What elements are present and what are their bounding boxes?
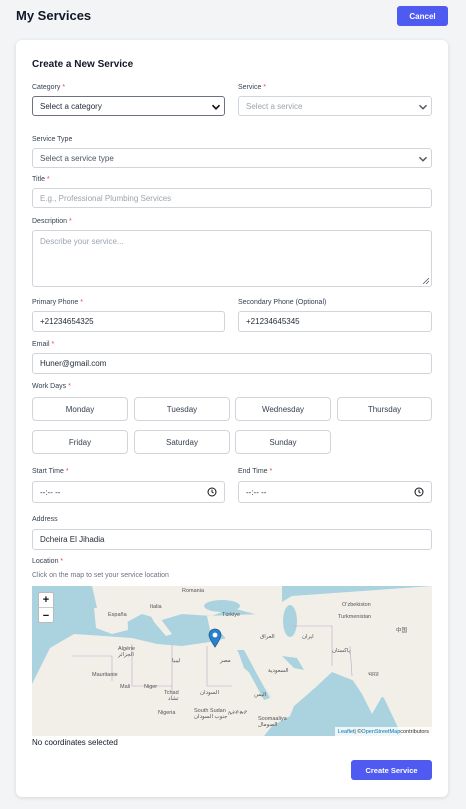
secondary-phone-input[interactable]: +21234645345 <box>238 311 432 332</box>
map-marker-icon[interactable] <box>208 628 222 648</box>
location-label: Location * <box>32 558 64 565</box>
email-label: Email * <box>32 341 55 348</box>
email-input[interactable]: Huner@gmail.com <box>32 353 432 374</box>
zoom-out-button[interactable]: − <box>39 608 53 623</box>
chevron-down-icon <box>418 104 428 110</box>
map-label-1: Türkiye <box>222 612 241 618</box>
chevron-down-icon <box>418 156 428 162</box>
map-label-4: España <box>108 612 127 618</box>
service-label: Service * <box>238 84 267 91</box>
location-map[interactable]: Romania Türkiye Turkmenistan Oʻzbekiston… <box>32 586 432 736</box>
map-label-26: پاکستان <box>332 648 351 654</box>
work-days-label: Work Days * <box>32 383 71 390</box>
secondary-phone-label: Secondary Phone (Optional) <box>238 299 327 306</box>
map-label-0: Romania <box>182 588 205 594</box>
map-label-13: Mali <box>120 684 131 690</box>
end-time-value: --:-- -- <box>246 487 267 497</box>
map-label-5: Italia <box>150 604 162 610</box>
map-label-2: Turkmenistan <box>338 614 372 620</box>
title-input-placeholder: E.g., Professional Plumbing Services <box>40 193 172 203</box>
service-type-select[interactable]: Select a service type <box>32 148 432 168</box>
primary-phone-input[interactable]: +21234654325 <box>32 311 225 332</box>
day-wednesday[interactable]: Wednesday <box>235 397 331 421</box>
service-type-label: Service Type <box>32 136 73 143</box>
chevron-down-icon <box>211 104 221 110</box>
cancel-button[interactable]: Cancel <box>397 6 448 26</box>
map-label-7: ایران <box>302 634 314 640</box>
map-zoom-control: + − <box>38 592 54 623</box>
start-time-input[interactable]: --:-- -- <box>32 481 225 503</box>
map-label-6: العراق <box>260 634 275 640</box>
leaflet-link[interactable]: Leaflet <box>338 729 355 735</box>
map-label-3: Oʻzbekiston <box>342 602 371 608</box>
create-service-button[interactable]: Create Service <box>351 760 432 780</box>
osm-link[interactable]: OpenStreetMap <box>361 729 400 735</box>
day-monday[interactable]: Monday <box>32 397 128 421</box>
map-label-14: Niger <box>144 684 158 690</box>
title-input[interactable]: E.g., Professional Plumbing Services <box>32 188 432 208</box>
address-value: Dcheira El Jihadia <box>40 535 105 544</box>
map-label-10: ليبيا <box>172 658 181 664</box>
end-time-label: End Time * <box>238 468 273 475</box>
email-value: Huner@gmail.com <box>40 359 107 368</box>
address-label: Address <box>32 516 58 523</box>
category-label: Category * <box>32 84 66 91</box>
map-label-12: Mauritanie <box>92 672 118 678</box>
map-label-18: السعودية <box>268 668 289 674</box>
map-attribution: Leaflet | © OpenStreetMap contributors <box>334 727 432 736</box>
map-label-11: مصر <box>220 658 231 664</box>
day-thursday[interactable]: Thursday <box>337 397 432 421</box>
start-time-value: --:-- -- <box>40 487 61 497</box>
create-service-card: Create a New Service Category * Select a… <box>16 40 448 797</box>
clock-icon[interactable] <box>414 487 424 497</box>
map-label-17: السودان <box>200 690 219 696</box>
map-label-16: تشاد <box>168 696 179 702</box>
title-label: Title * <box>32 176 50 183</box>
attribution-separator: | © <box>354 728 362 735</box>
zoom-in-button[interactable]: + <box>39 593 53 608</box>
map-label-25: الصومال <box>258 722 278 728</box>
day-saturday[interactable]: Saturday <box>134 430 230 454</box>
map-label-27: भारत <box>368 672 379 678</box>
day-tuesday[interactable]: Tuesday <box>134 397 230 421</box>
description-placeholder: Describe your service... <box>40 237 124 246</box>
location-hint: Click on the map to set your service loc… <box>32 572 169 579</box>
service-select[interactable]: Select a service <box>238 96 432 116</box>
service-select-value: Select a service <box>246 101 303 111</box>
clock-icon[interactable] <box>207 487 217 497</box>
page-title: My Services <box>16 8 92 23</box>
coordinates-text: No coordinates selected <box>32 738 118 747</box>
address-input[interactable]: Dcheira El Jihadia <box>32 529 432 550</box>
map-label-23: ኢትዮጵያ <box>228 710 247 716</box>
day-sunday[interactable]: Sunday <box>235 430 331 454</box>
end-time-input[interactable]: --:-- -- <box>238 481 432 503</box>
resize-handle-icon[interactable] <box>423 278 429 284</box>
map-label-28: 中国 <box>396 628 408 634</box>
map-label-19: اليمن <box>254 692 267 698</box>
category-select[interactable]: Select a category <box>32 96 225 116</box>
primary-phone-value: +21234654325 <box>40 317 94 326</box>
map-label-22: جنوب السودان <box>194 714 228 720</box>
map-label-9: الجزائر <box>118 652 134 658</box>
day-friday[interactable]: Friday <box>32 430 128 454</box>
description-label: Description * <box>32 218 72 225</box>
start-time-label: Start Time * <box>32 468 69 475</box>
service-type-select-value: Select a service type <box>40 153 114 163</box>
attribution-suffix: contributors <box>400 728 429 735</box>
category-select-value: Select a category <box>40 101 102 111</box>
form-title: Create a New Service <box>32 59 134 70</box>
map-label-20: Nigeria <box>158 710 176 716</box>
secondary-phone-value: +21234645345 <box>246 317 300 326</box>
top-bar: My Services Cancel <box>0 0 466 34</box>
primary-phone-label: Primary Phone * <box>32 299 83 306</box>
description-textarea[interactable]: Describe your service... <box>32 230 432 287</box>
